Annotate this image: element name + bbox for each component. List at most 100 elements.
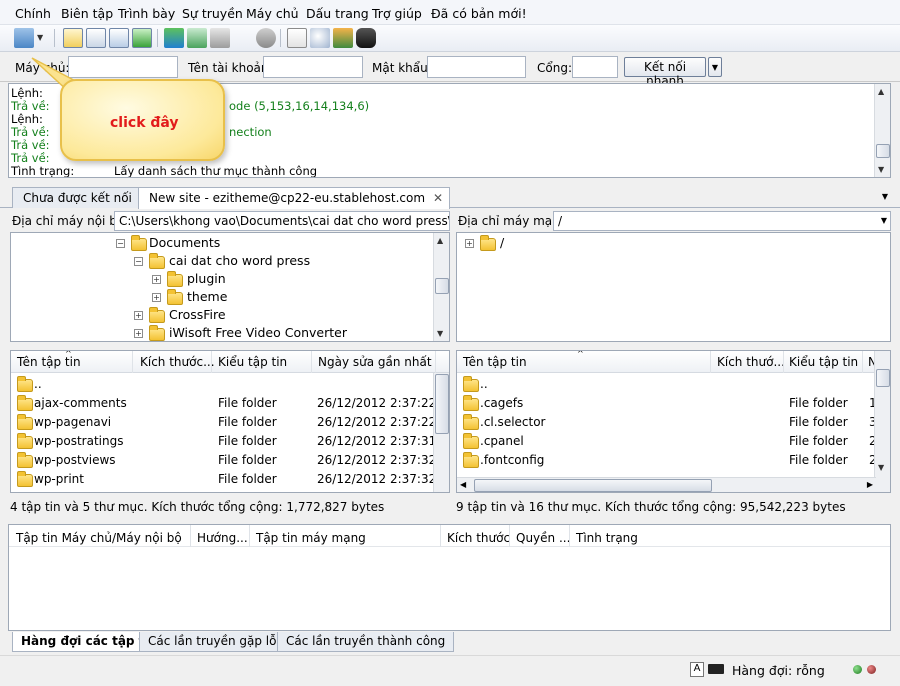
filter-icon[interactable] — [287, 28, 307, 48]
tree-node[interactable]: / — [500, 235, 504, 250]
file-row[interactable]: wp-pagenavi File folder 26/12/2012 2:37:22… — [11, 413, 449, 432]
col-size[interactable]: Kích thước... — [140, 355, 215, 369]
menu-help[interactable]: Trợ giúp — [372, 6, 422, 21]
file-row[interactable]: .cpanel File folder 2 — [457, 432, 890, 451]
file-row[interactable]: .cagefs File folder 1 — [457, 394, 890, 413]
remote-list-scrollbar[interactable]: ▼ — [874, 351, 890, 492]
remote-path-field[interactable]: / — [553, 211, 891, 231]
tab-label: Chưa được kết nối — [23, 191, 132, 205]
file-name: .cl.selector — [480, 415, 546, 429]
file-date: 26/12/2012 2:37:31... — [317, 434, 448, 448]
file-row[interactable]: .fontconfig File folder 2 — [457, 451, 890, 470]
quickconnect-button[interactable]: Kết nối nhanh — [624, 57, 706, 88]
callout-bubble: click đây — [60, 79, 225, 161]
process-queue-icon[interactable] — [187, 28, 207, 48]
expand-icon[interactable]: + — [152, 293, 161, 302]
folder-icon — [131, 235, 147, 251]
remote-hscrollbar[interactable]: ◀ ▶ — [457, 477, 876, 492]
log-label: Trả về: — [11, 138, 50, 152]
toggle-queue-icon[interactable] — [132, 28, 152, 48]
tab-label: New site - ezitheme@cp22-eu.stablehost.c… — [149, 191, 426, 205]
sync-browse-icon[interactable] — [333, 28, 353, 48]
col-size[interactable]: Kích thướ... — [717, 355, 785, 369]
tab-site[interactable]: New site - ezitheme@cp22-eu.stablehost.c… — [138, 187, 451, 209]
folder-icon — [149, 253, 165, 269]
local-path-label: Địa chỉ máy nội bộ: — [12, 214, 129, 228]
local-list-scrollbar[interactable] — [433, 373, 449, 492]
port-field[interactable] — [572, 56, 618, 78]
col-status[interactable]: Tình trạng — [576, 531, 638, 545]
local-tree-scrollbar[interactable]: ▲ ▼ — [433, 233, 449, 341]
quickconnect-dropdown-icon[interactable]: ▼ — [708, 57, 722, 77]
cancel-icon[interactable] — [210, 28, 230, 48]
remote-file-list: Tên tập tin ^ Kích thướ... Kiểu tập tin … — [456, 350, 891, 493]
scroll-down-icon[interactable]: ▼ — [878, 165, 884, 174]
expand-icon[interactable]: + — [465, 239, 474, 248]
local-path-field[interactable]: C:\Users\khong vao\Documents\cai dat cho… — [114, 211, 450, 231]
menu-new-version[interactable]: Đã có bản mới! — [431, 6, 527, 21]
file-row[interactable]: wp-postratings File folder 26/12/2012 2:37… — [11, 432, 449, 451]
remote-tree: + / — [456, 232, 891, 342]
col-type[interactable]: Kiểu tập tin — [789, 355, 858, 369]
col-modified[interactable]: Ngày sửa gần nhất — [318, 355, 432, 369]
tree-node[interactable]: CrossFire — [169, 307, 226, 322]
expand-icon[interactable]: + — [152, 275, 161, 284]
menu-server[interactable]: Máy chủ — [246, 6, 299, 21]
close-icon[interactable]: ✕ — [433, 191, 443, 205]
col-size[interactable]: Kích thước — [447, 531, 510, 545]
menu-bookmarks[interactable]: Dấu trang — [306, 6, 369, 21]
password-field[interactable] — [427, 56, 526, 78]
local-tree: − Documents − cai dat cho word press + p… — [10, 232, 450, 342]
reconnect-icon[interactable] — [256, 28, 276, 48]
quickconnect-bar: Máy chủ: Tên tài khoản: Mật khẩu: Cổng: … — [0, 53, 900, 88]
col-priority[interactable]: Quyền ... — [516, 531, 570, 545]
file-name: .. — [34, 377, 42, 391]
username-field[interactable] — [263, 56, 363, 78]
chevron-down-icon[interactable]: ▼ — [37, 33, 43, 42]
collapse-icon[interactable]: − — [116, 239, 125, 248]
file-row[interactable]: .cl.selector File folder 3 — [457, 413, 890, 432]
refresh-icon[interactable] — [164, 28, 184, 48]
col-name[interactable]: Tên tập tin — [463, 355, 527, 369]
menu-view[interactable]: Trình bày — [118, 6, 175, 21]
local-path-bar: Địa chỉ máy nội bộ: C:\Users\khong vao\D… — [10, 210, 450, 232]
scroll-up-icon[interactable]: ▲ — [878, 87, 884, 96]
file-row[interactable]: .. — [11, 375, 449, 394]
tab-failed-transfers[interactable]: Các lần truyền gặp lỗi — [139, 632, 289, 652]
file-type: File folder — [218, 415, 277, 429]
col-direction[interactable]: Hướng... — [197, 531, 248, 545]
collapse-icon[interactable]: − — [134, 257, 143, 266]
tab-list-chevron-icon[interactable]: ▼ — [882, 192, 888, 201]
file-row[interactable]: ajax-comments File folder 26/12/2012 2:37:… — [11, 394, 449, 413]
menu-file[interactable]: Chính — [15, 6, 51, 21]
menu-edit[interactable]: Biên tập — [61, 6, 113, 21]
file-type: File folder — [218, 396, 277, 410]
log-row: Lệnh: — [11, 112, 43, 126]
toggle-log-icon[interactable] — [63, 28, 83, 48]
tree-node[interactable]: cai dat cho word press — [169, 253, 310, 268]
queue-status: Hàng đợi: rỗng — [732, 663, 825, 678]
tree-node[interactable]: Documents — [149, 235, 220, 250]
tab-not-connected[interactable]: Chưa được kết nối✕ — [12, 187, 157, 208]
toggle-local-tree-icon[interactable] — [86, 28, 106, 48]
col-remote-file[interactable]: Tập tin máy mạng — [256, 531, 366, 545]
compare-icon[interactable] — [310, 28, 330, 48]
site-manager-icon[interactable] — [14, 28, 34, 48]
col-type[interactable]: Kiểu tập tin — [218, 355, 287, 369]
toggle-remote-tree-icon[interactable] — [109, 28, 129, 48]
expand-icon[interactable]: + — [134, 311, 143, 320]
tree-node[interactable]: theme — [187, 289, 227, 304]
menu-transfer[interactable]: Sự truyền — [182, 6, 243, 21]
search-icon[interactable] — [356, 28, 376, 48]
file-row[interactable]: wp-print File folder 26/12/2012 2:37:32... — [11, 470, 449, 489]
log-scrollbar[interactable]: ▲ ▼ — [874, 84, 890, 177]
expand-icon[interactable]: + — [134, 329, 143, 338]
tab-successful-transfers[interactable]: Các lần truyền thành công — [277, 632, 455, 652]
tree-node[interactable]: plugin — [187, 271, 226, 286]
file-row[interactable]: .. — [457, 375, 890, 394]
col-local-file[interactable]: Tập tin Máy chủ/Máy nội bộ — [16, 531, 182, 545]
file-row[interactable]: wp-postviews File folder 26/12/2012 2:37:3… — [11, 451, 449, 470]
file-date: 26/12/2012 2:37:22... — [317, 415, 448, 429]
chevron-down-icon[interactable]: ▼ — [881, 216, 887, 225]
tree-node[interactable]: iWisoft Free Video Converter — [169, 325, 347, 340]
